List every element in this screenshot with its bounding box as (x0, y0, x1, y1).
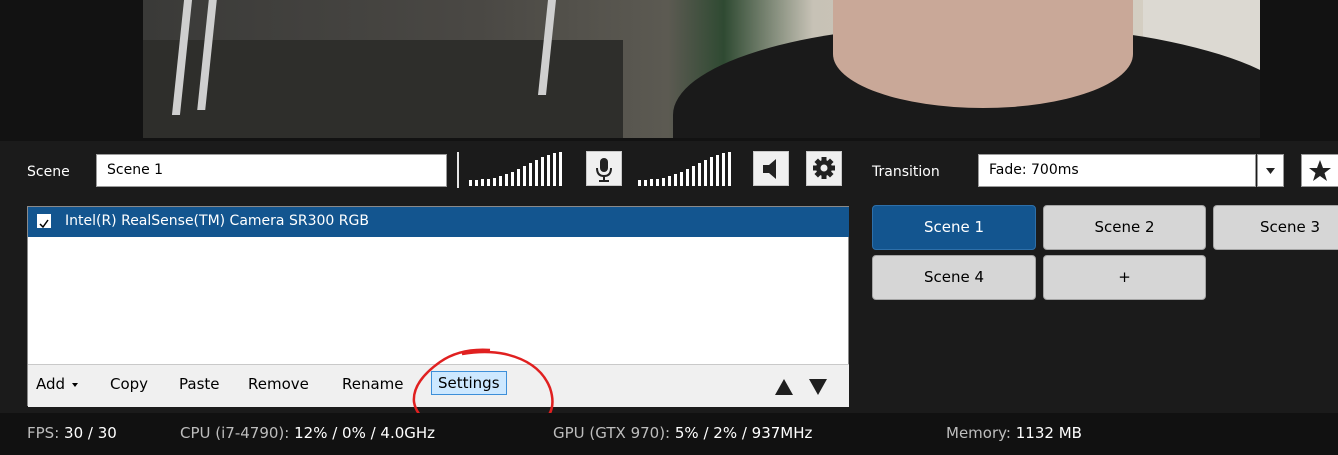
move-down-icon[interactable] (809, 379, 827, 395)
transition-dropdown-button[interactable] (1257, 154, 1284, 187)
mic-button[interactable] (586, 151, 622, 186)
cpu-readout: CPU (i7-4790): 12% / 0% / 4.0GHz (180, 424, 436, 442)
fps-readout: FPS: 30 / 30 (27, 424, 117, 442)
add-source-button[interactable]: Add (36, 375, 80, 393)
transition-select[interactable]: Fade: 700ms (978, 154, 1256, 187)
paste-button[interactable]: Paste (179, 375, 220, 393)
source-row[interactable]: Intel(R) RealSense(TM) Camera SR300 RGB (28, 207, 849, 237)
scene-label: Scene (27, 164, 70, 180)
speaker-icon (763, 159, 776, 179)
divider (457, 152, 459, 188)
status-bar: FPS: 30 / 30 CPU (i7-4790): 12% / 0% / 4… (0, 413, 1338, 455)
source-visibility-checkbox[interactable] (37, 214, 51, 229)
source-label: Intel(R) RealSense(TM) Camera SR300 RGB (65, 213, 369, 229)
desktop-volume-meter[interactable] (636, 152, 748, 186)
remove-button[interactable]: Remove (248, 375, 309, 393)
move-up-icon[interactable] (775, 379, 793, 395)
chevron-down-icon (71, 382, 78, 387)
favorite-button[interactable] (1301, 154, 1338, 187)
chevron-down-icon (1266, 168, 1275, 174)
scene-button-3[interactable]: Scene 3 (1213, 205, 1338, 250)
checkmark-icon (39, 219, 49, 229)
speaker-button[interactable] (753, 151, 789, 186)
rename-button[interactable]: Rename (342, 375, 404, 393)
camera-preview-image (143, 0, 1260, 138)
star-icon (1309, 160, 1331, 181)
scene-button-4[interactable]: Scene 4 (872, 255, 1036, 300)
add-scene-button[interactable]: + (1043, 255, 1206, 300)
microphone-icon (596, 158, 612, 182)
scene-button-2[interactable]: Scene 2 (1043, 205, 1206, 250)
scene-name-input[interactable]: Scene 1 (96, 154, 447, 187)
gear-icon (813, 157, 835, 179)
gpu-readout: GPU (GTX 970): 5% / 2% / 937MHz (553, 424, 813, 442)
mic-volume-meter[interactable] (467, 152, 579, 186)
preview-area (0, 0, 1338, 141)
memory-readout: Memory: 1132 MB (946, 424, 1082, 442)
settings-gear-button[interactable] (806, 151, 842, 186)
scene-button-1[interactable]: Scene 1 (872, 205, 1036, 250)
transition-label: Transition (872, 164, 940, 180)
copy-button[interactable]: Copy (110, 375, 148, 393)
